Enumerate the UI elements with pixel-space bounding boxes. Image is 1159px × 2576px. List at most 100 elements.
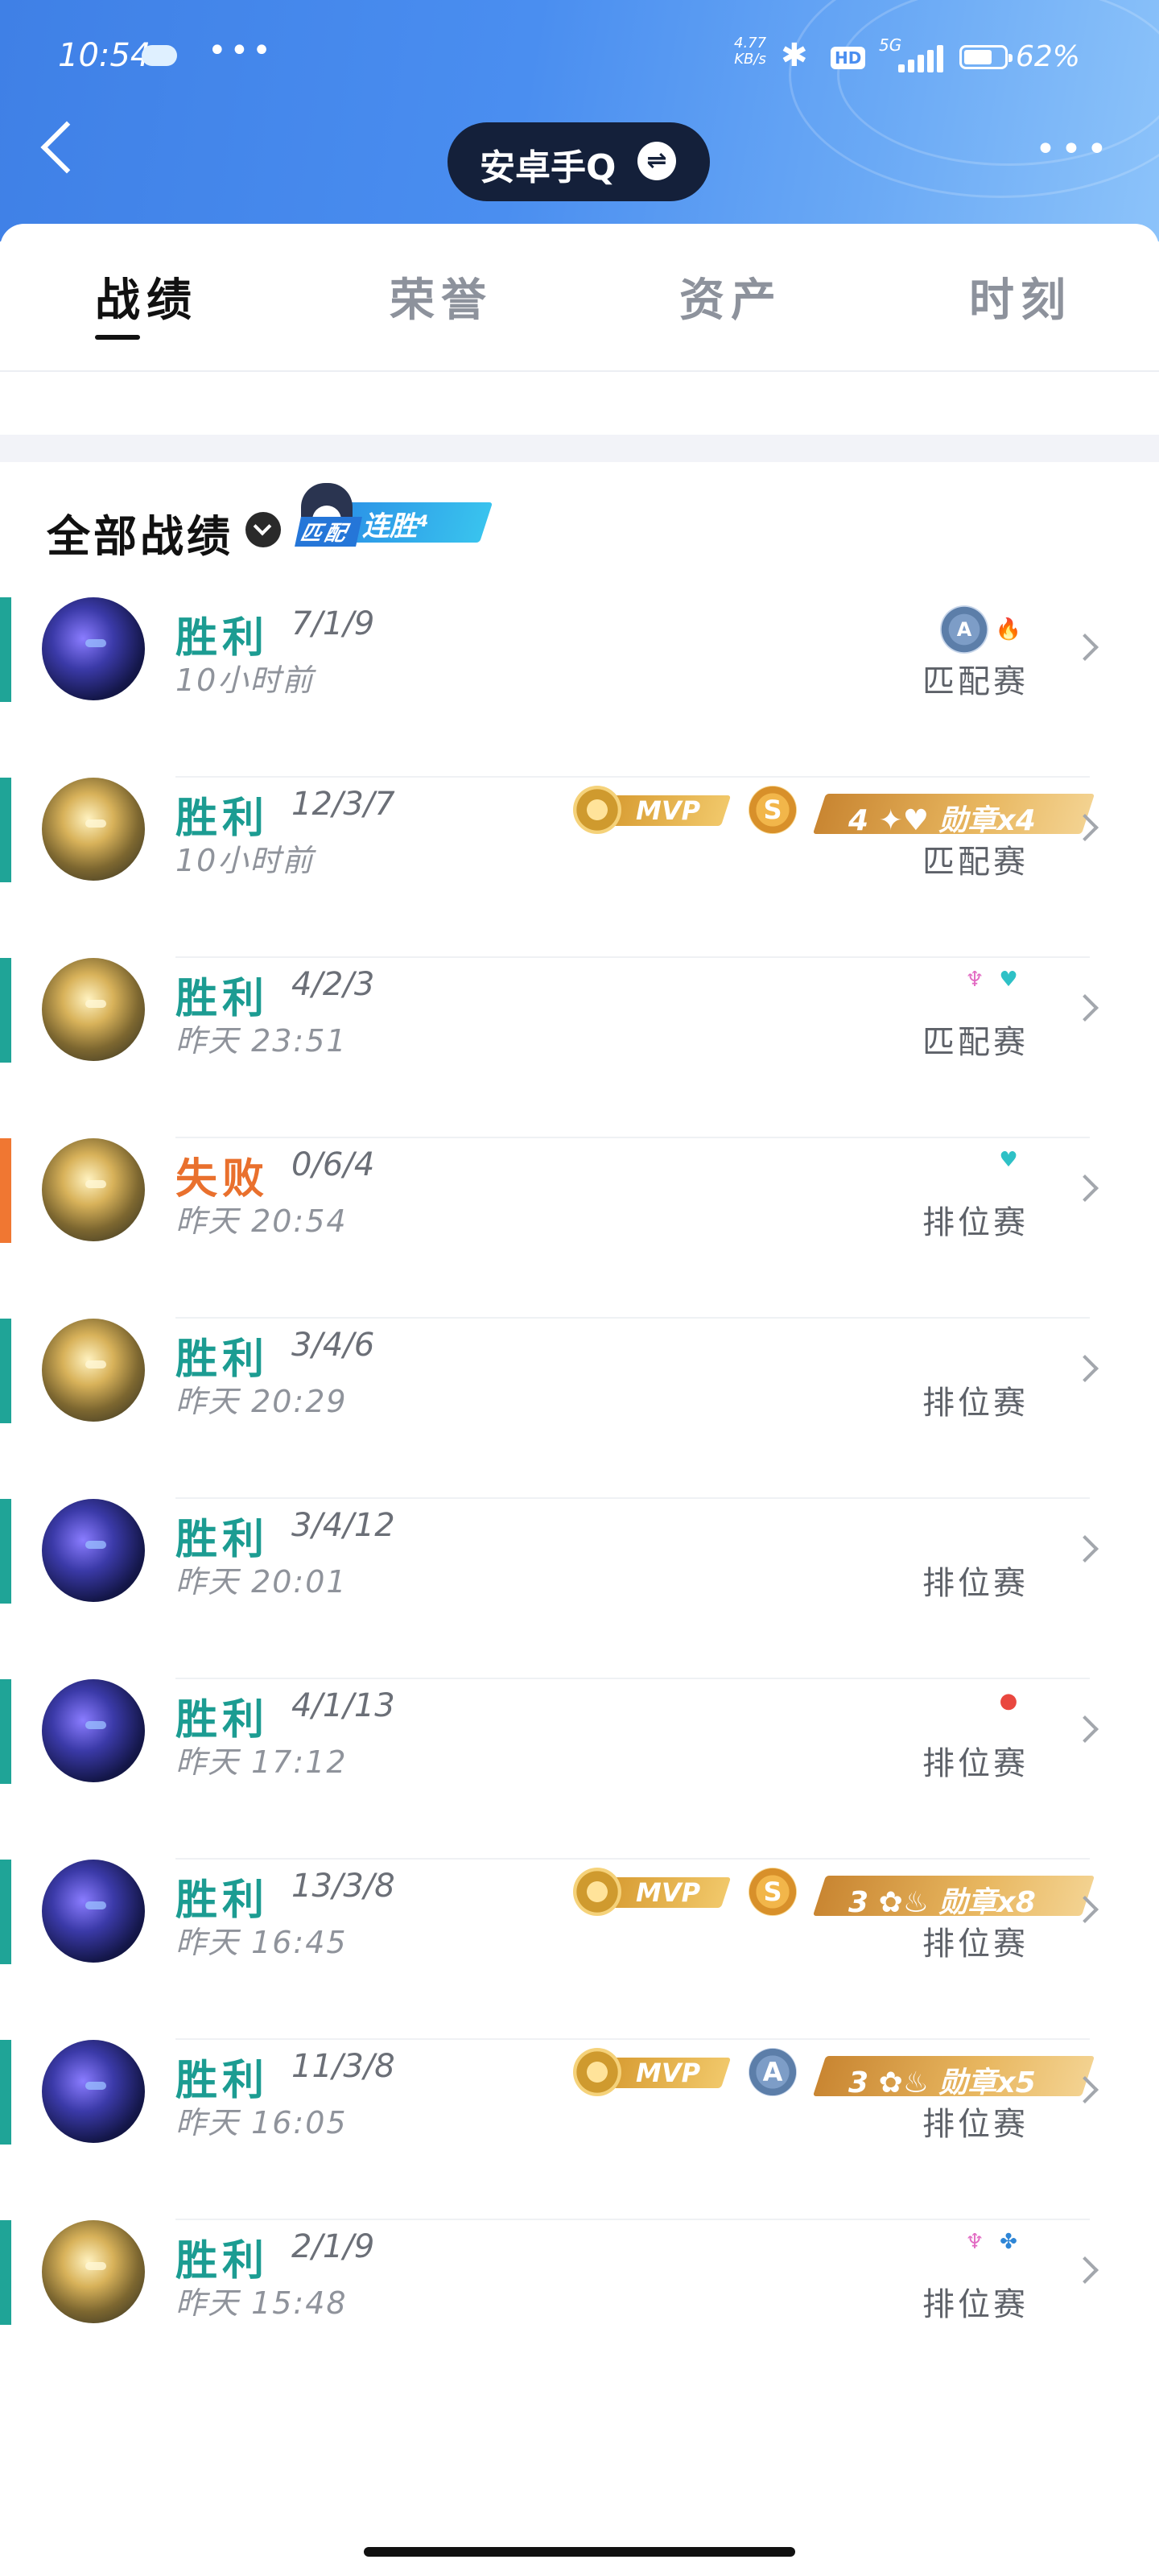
- match-row[interactable]: 胜利 3/4/6 昨天 20:29 排位赛: [0, 1319, 1159, 1499]
- chevron-right-icon[interactable]: [1071, 994, 1099, 1022]
- result-accent-bar: [0, 958, 11, 1063]
- match-row[interactable]: 胜利 7/1/9 10小时前 A 🔥 匹配赛: [0, 597, 1159, 778]
- drop-icon: ●: [999, 1689, 1018, 1713]
- mvp-badge: MVP: [573, 786, 732, 834]
- match-mode: 排位赛: [922, 1926, 1029, 1963]
- match-mode: 排位赛: [922, 1565, 1029, 1602]
- match-mode: 排位赛: [922, 2286, 1029, 2323]
- match-time: 10小时前: [175, 843, 315, 878]
- match-kda: 3/4/12: [291, 1507, 395, 1544]
- grade-badge: A: [749, 2048, 797, 2096]
- a-badge-icon: A: [940, 605, 988, 654]
- chevron-right-icon[interactable]: [1071, 1174, 1099, 1202]
- hero-avatar: [42, 958, 145, 1061]
- achievement-icons: ●: [988, 1687, 1022, 1719]
- medal-label: 3 ✿♨ 勋章x8: [848, 1886, 1036, 1919]
- achievement-icons: A 🔥: [934, 605, 1022, 654]
- chevron-down-icon[interactable]: [245, 512, 281, 547]
- mvp-label: MVP: [636, 1877, 701, 1908]
- tab-bar: 战绩 荣誉 资产 时刻: [0, 224, 1159, 372]
- match-row[interactable]: 胜利 11/3/8 昨天 16:05 MVP A 3 ✿♨ 勋章x5 排位赛: [0, 2040, 1159, 2220]
- result-accent-bar: [0, 1499, 11, 1604]
- match-kda: 4/2/3: [291, 966, 375, 1003]
- chevron-right-icon[interactable]: [1071, 1355, 1099, 1382]
- match-row[interactable]: 胜利 12/3/7 10小时前 MVP S 4 ✦♥ 勋章x4 匹配赛: [0, 778, 1159, 958]
- more-options-button[interactable]: •••: [1035, 132, 1112, 167]
- tab-assets[interactable]: 资产: [679, 264, 782, 329]
- result-accent-bar: [0, 2040, 11, 2145]
- tab-honor[interactable]: 荣誉: [390, 264, 493, 329]
- match-row[interactable]: 胜利 3/4/12 昨天 20:01 排位赛: [0, 1499, 1159, 1679]
- chevron-right-icon[interactable]: [1071, 1535, 1099, 1563]
- mvp-badge: MVP: [573, 1868, 732, 1916]
- match-time: 昨天 20:01: [175, 1564, 348, 1600]
- match-mode: 排位赛: [922, 2106, 1029, 2143]
- streak-mode: 匹配: [295, 517, 362, 547]
- match-mode: 匹配赛: [922, 844, 1029, 881]
- match-time: 10小时前: [175, 663, 315, 698]
- hero-avatar: [42, 1860, 145, 1963]
- heart-icon: ♥: [999, 1148, 1018, 1172]
- medal-badge: 4 ✦♥ 勋章x4: [812, 794, 1095, 837]
- hero-avatar: [42, 1679, 145, 1782]
- mvp-badge: MVP: [573, 2048, 732, 2096]
- weather-cloud-icon: [142, 45, 177, 66]
- switch-account-icon[interactable]: ⇌: [637, 142, 676, 180]
- match-row[interactable]: 胜利 13/3/8 昨天 16:45 MVP S 3 ✿♨ 勋章x8 排位赛: [0, 1860, 1159, 2040]
- hero-avatar: [42, 597, 145, 700]
- battery-percent: 62%: [1016, 40, 1081, 73]
- status-more-icon: •••: [208, 32, 274, 69]
- result-accent-bar: [0, 1138, 11, 1243]
- match-row[interactable]: 失败 0/6/4 昨天 20:54 ♥ 排位赛: [0, 1138, 1159, 1319]
- achievement-icons: ♆ ✤: [955, 2228, 1022, 2260]
- active-tab-indicator: [95, 335, 140, 340]
- heart-icon: ♥: [999, 968, 1018, 992]
- match-mode: 排位赛: [922, 1745, 1029, 1782]
- match-row[interactable]: 胜利 2/1/9 昨天 15:48 ♆ ✤ 排位赛: [0, 2220, 1159, 2401]
- hero-avatar: [42, 1499, 145, 1602]
- chevron-right-icon[interactable]: [1071, 634, 1099, 661]
- tab-record[interactable]: 战绩: [95, 264, 198, 329]
- mvp-label: MVP: [636, 795, 701, 826]
- chevron-right-icon[interactable]: [1071, 1715, 1099, 1743]
- match-kda: 12/3/7: [291, 786, 395, 823]
- leaf-icon: ✤: [1000, 2230, 1017, 2254]
- mvp-label: MVP: [636, 2058, 701, 2088]
- match-mode: 匹配赛: [922, 663, 1029, 700]
- hero-avatar: [42, 778, 145, 881]
- record-filter-label[interactable]: 全部战绩: [47, 501, 233, 564]
- medal-badge: 3 ✿♨ 勋章x8: [812, 1876, 1095, 1919]
- match-row[interactable]: 胜利 4/1/13 昨天 17:12 ● 排位赛: [0, 1679, 1159, 1860]
- hd-badge: HD: [831, 47, 866, 69]
- match-row[interactable]: 胜利 4/2/3 昨天 23:51 ♆ ♥ 匹配赛: [0, 958, 1159, 1138]
- match-mode: 排位赛: [922, 1385, 1029, 1422]
- match-time: 昨天 20:29: [175, 1384, 348, 1419]
- match-mode: 匹配赛: [922, 1024, 1029, 1061]
- match-time: 昨天 15:48: [175, 2285, 348, 2321]
- match-time: 昨天 20:54: [175, 1203, 348, 1239]
- match-mode: 排位赛: [922, 1204, 1029, 1241]
- back-button[interactable]: [40, 121, 93, 174]
- result-accent-bar: [0, 1319, 11, 1423]
- app-header: 10:54 ••• 4.77 KB/s ✱ HD 5G 62% 安卓手Q ⇌ •…: [0, 0, 1159, 242]
- match-time: 昨天 16:05: [175, 2105, 348, 2140]
- match-kda: 4/1/13: [291, 1687, 395, 1724]
- result-accent-bar: [0, 2220, 11, 2325]
- hero-avatar: [42, 1138, 145, 1241]
- grade-badge: S: [749, 1868, 797, 1916]
- match-time: 昨天 16:45: [175, 1925, 348, 1960]
- account-switcher[interactable]: 安卓手Q ⇌: [448, 122, 710, 201]
- streak-label: 连胜⁴: [362, 510, 429, 543]
- win-streak-badge: 匹配 连胜⁴: [295, 478, 493, 551]
- net-speed: 4.77 KB/s: [734, 35, 766, 68]
- signal-icon: [898, 43, 948, 72]
- result-accent-bar: [0, 597, 11, 702]
- tab-moments[interactable]: 时刻: [969, 264, 1072, 329]
- page-title: 安卓手Q: [480, 147, 617, 188]
- match-kda: 2/1/9: [291, 2228, 375, 2265]
- chevron-right-icon[interactable]: [1071, 2256, 1099, 2284]
- match-kda: 3/4/6: [291, 1327, 375, 1364]
- home-indicator[interactable]: [364, 2547, 795, 2557]
- match-kda: 11/3/8: [291, 2048, 395, 2085]
- fire-icon: 🔥: [995, 617, 1022, 642]
